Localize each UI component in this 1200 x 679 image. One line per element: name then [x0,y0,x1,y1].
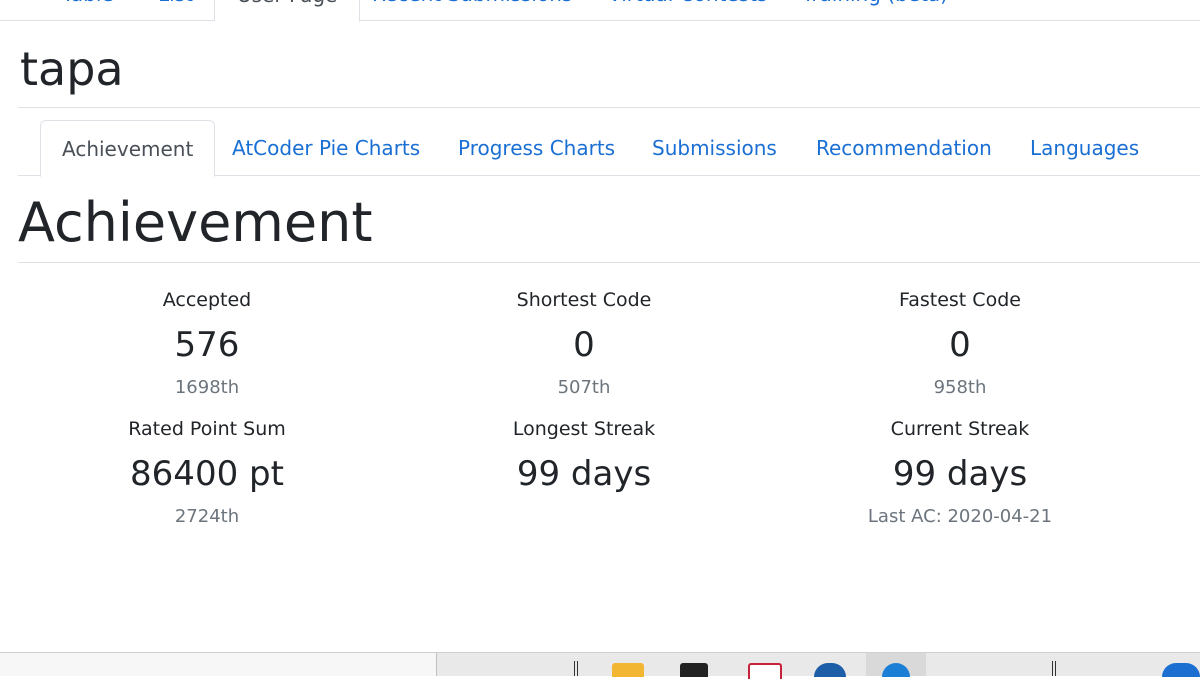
sub-tabs: Achievement AtCoder Pie Charts Progress … [18,120,1200,177]
stat-value: 0 [949,325,971,365]
stat-value: 576 [174,325,240,365]
stat-rank: 2724th [174,506,240,527]
tab-recommendation[interactable]: Recommendation [816,120,992,175]
nav-tab-list[interactable]: List [158,0,193,20]
stat-rank: 958th [933,377,987,398]
divider [18,107,1200,108]
stat-accepted: Accepted 576 1698th [42,288,372,400]
stat-shortest-code: Shortest Code 0 507th [419,288,749,400]
nav-tab-training[interactable]: Training (beta) [802,0,948,20]
taskbar-separator [574,661,578,676]
nav-tab-user-page[interactable]: User Page [214,0,361,22]
stat-value: 0 [573,325,595,365]
stat-label: Rated Point Sum [128,418,286,440]
stat-longest-streak: Longest Streak 99 days [419,417,749,495]
top-nav: Table List User Page Recent Submissions … [0,0,1200,22]
user-name: tapa [20,42,124,96]
stat-last-ac: Last AC: 2020-04-21 [867,506,1053,527]
nav-tab-table[interactable]: Table [62,0,114,20]
tab-languages[interactable]: Languages [1030,120,1139,175]
stat-rank: 507th [557,377,611,398]
stat-value: 99 days [516,454,652,494]
nav-tab-virtual-contests[interactable]: Virtual Contests [608,0,767,20]
stat-value: 86400 pt [130,454,284,494]
stat-current-streak: Current Streak 99 days Last AC: 2020-04-… [795,417,1125,529]
stat-value: 99 days [892,454,1028,494]
stat-label: Fastest Code [899,289,1021,311]
tab-atcoder-pie-charts[interactable]: AtCoder Pie Charts [232,120,420,175]
section-title: Achievement [18,191,373,254]
taskbar-separator [1052,661,1056,676]
stat-label: Shortest Code [516,289,652,311]
divider [18,262,1200,263]
tab-achievement[interactable]: Achievement [40,120,216,177]
stat-label: Current Streak [890,418,1030,440]
stat-rank: 1698th [174,377,240,398]
app-icon[interactable] [748,663,782,679]
stat-fastest-code: Fastest Code 0 958th [795,288,1125,400]
taskbar [0,652,1200,679]
stat-rated-point-sum: Rated Point Sum 86400 pt 2724th [42,417,372,529]
tab-progress-charts[interactable]: Progress Charts [458,120,615,175]
tab-submissions[interactable]: Submissions [652,120,777,175]
nav-tab-recent-submissions[interactable]: Recent Submissions [372,0,572,20]
stat-label: Accepted [162,289,252,311]
taskbar-search-area[interactable] [0,653,437,676]
stat-label: Longest Streak [512,418,656,440]
